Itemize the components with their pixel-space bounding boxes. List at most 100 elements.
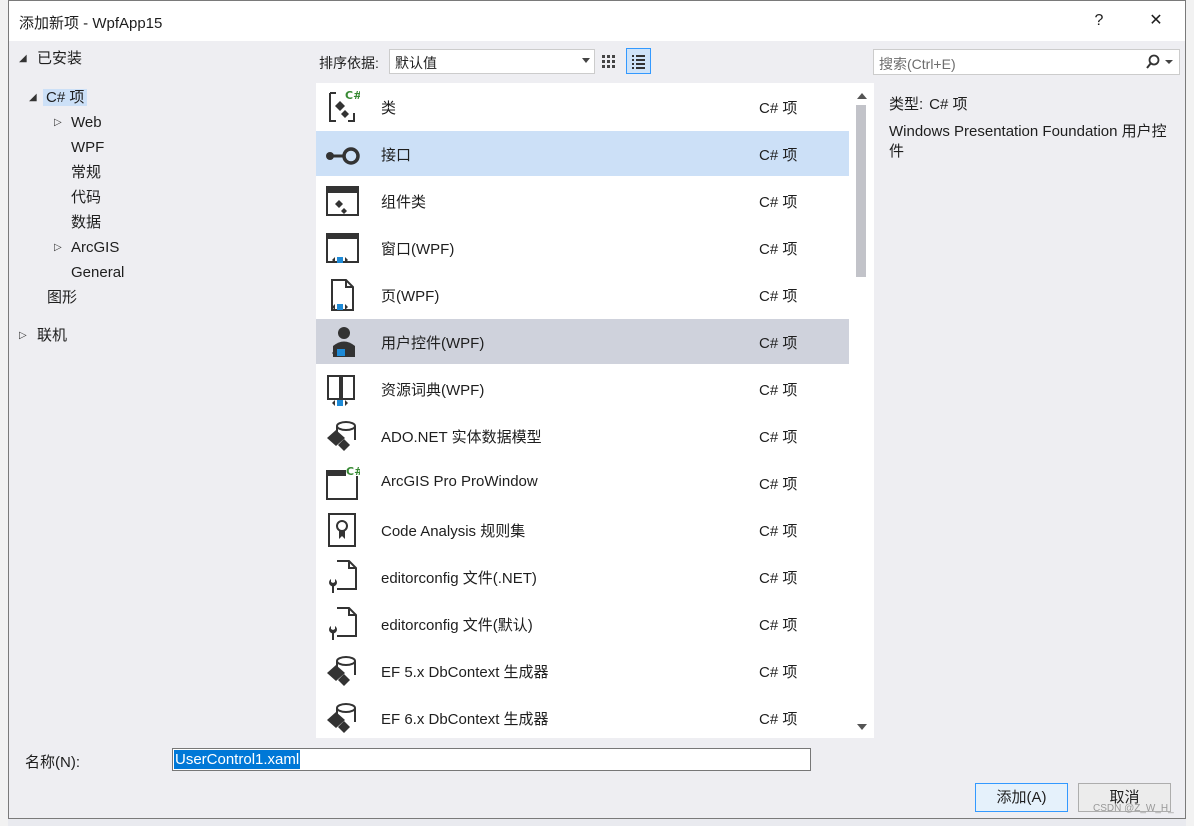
template-list: C# 类 C# 项 接口 C# 项 组件类 C# 项 — [316, 83, 874, 738]
item-name: 页(WPF) — [381, 288, 440, 305]
tree-item-arcgis[interactable]: ▷ ArcGIS — [54, 237, 119, 259]
page-icon — [331, 279, 354, 311]
item-type: C# 项 — [759, 288, 798, 305]
list-item[interactable]: editorconfig 文件(默认) C# 项 — [316, 601, 849, 646]
help-button[interactable]: ? — [1084, 7, 1114, 35]
item-type: C# 项 — [759, 570, 798, 587]
item-name: 资源词典(WPF) — [381, 382, 485, 399]
user-control-icon — [332, 327, 355, 357]
search-icon[interactable] — [1145, 53, 1177, 71]
list-view-icon — [632, 55, 645, 69]
svg-text:C#: C# — [345, 89, 360, 102]
tree-item-installed[interactable]: ◢ 已安装 — [19, 48, 82, 70]
sort-value: 默认值 — [395, 55, 437, 71]
tree-label: 联机 — [37, 327, 68, 344]
tree-label: Web — [71, 114, 102, 131]
info-description: Windows Presentation Foundation 用户控件 — [889, 123, 1167, 160]
item-name: EF 5.x DbContext 生成器 — [381, 664, 549, 681]
search-placeholder: 搜索(Ctrl+E) — [879, 56, 956, 72]
expand-right-icon[interactable]: ▷ — [54, 112, 62, 134]
list-item[interactable]: 页(WPF) C# 项 — [316, 272, 849, 317]
sort-dropdown[interactable]: 默认值 — [389, 49, 595, 74]
tree-label: C# 项 — [43, 89, 88, 106]
generator-icon — [327, 656, 356, 686]
item-type: C# 项 — [759, 429, 798, 446]
item-name: editorconfig 文件(默认) — [381, 617, 533, 634]
interface-icon — [326, 147, 360, 165]
class-icon: C# — [329, 89, 360, 122]
tree-item-graphics[interactable]: 图形 — [47, 287, 77, 309]
ruleset-icon — [328, 513, 356, 547]
config-file-icon — [329, 560, 357, 593]
svg-text:C#: C# — [346, 465, 360, 478]
item-name: ArcGIS Pro ProWindow — [381, 473, 538, 490]
expand-down-icon[interactable]: ◢ — [29, 87, 37, 109]
info-type-label: 类型: — [889, 96, 924, 113]
tree-label: ArcGIS — [71, 239, 120, 256]
tree-item-data[interactable]: 数据 — [71, 212, 101, 234]
title-bar: 添加新项 - WpfApp15 ? ✕ — [9, 1, 1185, 41]
item-name: Code Analysis 规则集 — [381, 523, 526, 540]
tree-item-general-cn[interactable]: 常规 — [71, 162, 101, 184]
list-item[interactable]: 组件类 C# 项 — [316, 178, 849, 223]
info-type: 类型: C# 项 — [889, 93, 968, 114]
list-item[interactable]: C# ArcGIS Pro ProWindow C# 项 — [316, 460, 849, 505]
list-item[interactable]: EF 5.x DbContext 生成器 C# 项 — [316, 648, 849, 693]
sort-label: 排序依据: — [319, 55, 379, 71]
expand-right-icon[interactable]: ▷ — [54, 237, 62, 259]
background-window — [1186, 0, 1194, 826]
grid-view-icon — [602, 55, 615, 68]
add-button[interactable]: 添加(A) — [975, 783, 1068, 812]
expand-right-icon[interactable]: ▷ — [19, 325, 27, 347]
item-type: C# 项 — [759, 664, 798, 681]
item-name: EF 6.x DbContext 生成器 — [381, 711, 549, 728]
grid-view-button[interactable] — [596, 48, 621, 74]
tree-item-online[interactable]: ▷ 联机 — [19, 325, 67, 347]
list-item[interactable]: EF 6.x DbContext 生成器 C# 项 — [316, 695, 849, 738]
scroll-up-icon[interactable] — [857, 93, 867, 99]
name-field-value: UserControl1.xaml — [174, 750, 301, 769]
tree-item-web[interactable]: ▷ Web — [54, 112, 102, 134]
name-label: 名称(N): — [25, 754, 80, 771]
info-type-value: C# 项 — [929, 96, 968, 113]
item-type: C# 项 — [759, 335, 798, 352]
tree-item-csharp[interactable]: ◢ C# 项 — [29, 87, 88, 109]
component-icon — [326, 186, 359, 216]
item-name: 窗口(WPF) — [381, 241, 455, 258]
tree-item-code[interactable]: 代码 — [71, 187, 101, 209]
list-item[interactable]: Code Analysis 规则集 C# 项 — [316, 507, 849, 552]
item-type: C# 项 — [759, 100, 798, 117]
item-type: C# 项 — [759, 711, 798, 728]
chevron-down-icon — [582, 58, 590, 63]
tree-item-general[interactable]: General — [71, 262, 124, 284]
name-field[interactable]: UserControl1.xaml — [172, 748, 811, 771]
search-box[interactable]: 搜索(Ctrl+E) — [873, 49, 1180, 75]
list-item[interactable]: 资源词典(WPF) C# 项 — [316, 366, 849, 411]
list-item[interactable]: editorconfig 文件(.NET) C# 项 — [316, 554, 849, 599]
window-icon — [326, 233, 359, 263]
list-item[interactable]: 用户控件(WPF) C# 项 — [316, 319, 849, 364]
list-item[interactable]: ADO.NET 实体数据模型 C# 项 — [316, 413, 849, 458]
item-name: ADO.NET 实体数据模型 — [381, 429, 542, 446]
list-item[interactable]: 接口 C# 项 — [316, 131, 849, 176]
generator-icon — [327, 703, 356, 733]
item-name: 组件类 — [381, 194, 427, 211]
expand-down-icon[interactable]: ◢ — [19, 48, 27, 70]
list-item[interactable]: C# 类 C# 项 — [316, 84, 849, 129]
watermark: CSDN @Z_W_H_ — [1093, 803, 1174, 814]
close-button[interactable]: ✕ — [1141, 7, 1171, 35]
scrollbar-thumb[interactable] — [856, 105, 866, 277]
item-name: editorconfig 文件(.NET) — [381, 570, 537, 587]
prowindow-icon: C# — [326, 465, 360, 500]
template-tree: ◢ 已安装 ◢ C# 项 ▷ Web WPF 常规 代码 数据 ▷ ArcGIS… — [9, 41, 309, 736]
data-model-icon — [327, 421, 356, 451]
add-new-item-dialog: 添加新项 - WpfApp15 ? ✕ ◢ 已安装 ◢ C# 项 ▷ Web W… — [8, 0, 1186, 819]
item-name: 用户控件(WPF) — [381, 335, 485, 352]
list-item[interactable]: 窗口(WPF) C# 项 — [316, 225, 849, 270]
background-window — [0, 0, 8, 826]
list-view-button[interactable] — [626, 48, 651, 74]
item-type: C# 项 — [759, 194, 798, 211]
resource-dictionary-icon — [327, 375, 355, 406]
tree-item-wpf[interactable]: WPF — [71, 137, 104, 159]
scroll-down-icon[interactable] — [857, 724, 867, 730]
